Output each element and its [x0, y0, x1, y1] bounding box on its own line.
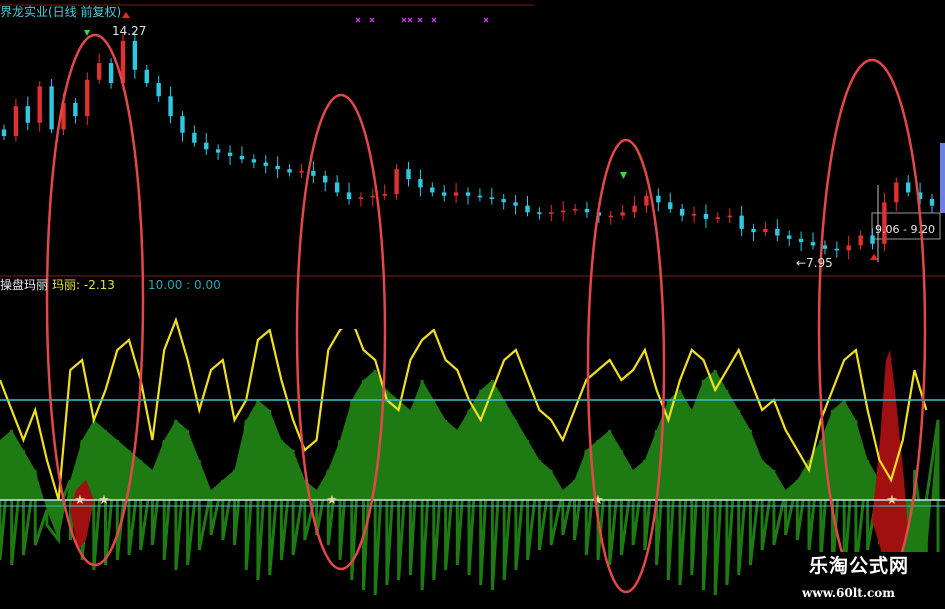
candle-body [227, 152, 233, 156]
candle-body [144, 69, 149, 84]
candle-body [346, 192, 352, 200]
candle-body [656, 195, 661, 203]
candle-body [763, 228, 768, 233]
blank-region [534, 0, 945, 140]
candle-body [798, 238, 804, 243]
low-price-label: ←7.95 [796, 256, 833, 270]
candle-body [751, 228, 756, 233]
candle-body [406, 169, 411, 180]
candle-body [739, 215, 744, 229]
candle-body [560, 210, 566, 213]
candle-body [727, 215, 732, 218]
candle-body [323, 175, 328, 183]
candle-body [215, 149, 221, 153]
candle-body [644, 195, 649, 206]
candle-body [632, 205, 637, 213]
candle-body [1, 129, 7, 137]
legend-cover-bar [268, 281, 678, 329]
candle-body [49, 86, 54, 130]
candle-body [192, 132, 197, 143]
candle-body [465, 192, 471, 196]
candle-body [168, 96, 173, 117]
candle-body [239, 155, 245, 160]
candle-body [108, 63, 114, 84]
watermark-text: 乐淘公式网 [808, 555, 909, 577]
candle-body [513, 202, 518, 206]
candle-body [180, 116, 185, 133]
candle-body [263, 162, 268, 166]
indicator-name: 操盘玛丽 [0, 278, 49, 292]
candle-body [715, 217, 721, 219]
candle-body [287, 169, 292, 173]
candle-body [73, 102, 78, 117]
candle-body [906, 182, 911, 193]
star-marker: ★ [326, 493, 338, 508]
candle-body [477, 195, 483, 198]
indicator-value: 玛丽: -2.13 [52, 278, 115, 292]
candle-body [834, 248, 840, 251]
candle-body [929, 199, 935, 206]
candle-body [156, 83, 161, 97]
candle-body [608, 215, 613, 218]
watermark-url: www.60lt.com [802, 586, 895, 600]
candle-body [382, 194, 387, 196]
stock-chart-window: ★ ★ ★ ★ ★ 界龙实业(日线 前复权) 14.27 ←7.95 9.06 - 9.… [0, 0, 945, 609]
candle-body [418, 179, 423, 188]
price-range-label: 9.06 - 9.20 [875, 223, 935, 236]
chart-title: 界龙实业(日线 前复权) [0, 5, 122, 19]
candle-body [691, 213, 697, 216]
candle-body [894, 182, 899, 203]
candle-body [489, 197, 494, 200]
candle-body [251, 159, 257, 163]
candle-body [85, 79, 90, 117]
candle-body [311, 170, 316, 176]
candle-body [549, 212, 554, 214]
candle-body [584, 208, 590, 213]
star-marker: ★ [74, 493, 86, 508]
candle-body [204, 142, 209, 150]
candle-body [858, 235, 863, 246]
star-marker: ★ [886, 493, 898, 508]
candle-body [96, 63, 102, 80]
candle-body [846, 245, 851, 251]
candle-body [501, 199, 506, 203]
candle-body [275, 165, 280, 170]
candle-body [37, 86, 42, 123]
candle-body [358, 197, 364, 200]
candle-body [537, 212, 542, 214]
candle-body [775, 228, 780, 236]
candle-body [525, 205, 530, 213]
candle-body [334, 182, 340, 193]
candle-body [299, 170, 304, 173]
candle-body [394, 169, 399, 195]
candle-body [810, 242, 816, 246]
candle-body [679, 208, 685, 216]
candle-body [572, 208, 578, 211]
candle-body [132, 40, 138, 70]
candle-body [703, 213, 709, 219]
chart-canvas: ★ ★ ★ ★ ★ [0, 0, 945, 609]
star-marker: ★ [98, 493, 110, 508]
candle-body [453, 192, 459, 196]
high-price-label: 14.27 [112, 24, 147, 38]
candle-body [620, 212, 625, 216]
scrollbar-thumb [940, 143, 945, 213]
candle-body [822, 245, 828, 249]
candle-body [430, 187, 435, 193]
indicator-extra-value: 10.00 : 0.00 [148, 278, 221, 292]
candle-body [668, 202, 673, 209]
candle-body [13, 106, 19, 137]
candle-body [25, 106, 30, 123]
candle-body [442, 192, 447, 196]
candle-body [787, 235, 792, 239]
candle-body [370, 195, 376, 198]
